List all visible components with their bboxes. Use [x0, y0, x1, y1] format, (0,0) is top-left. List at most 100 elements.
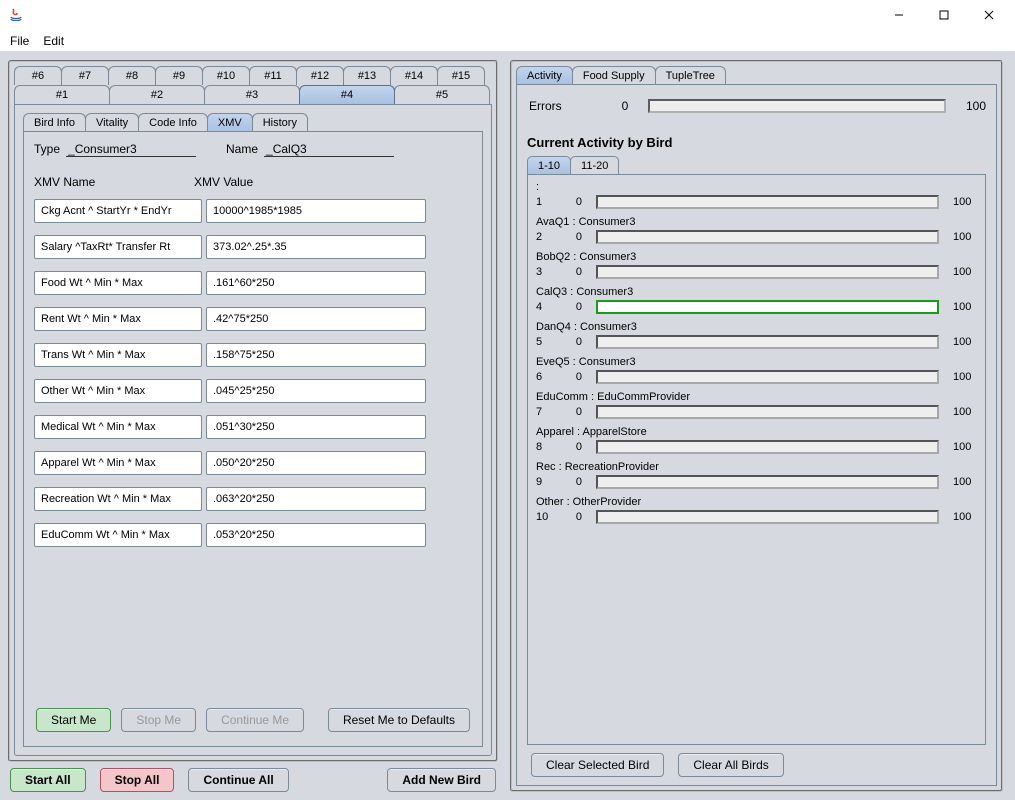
activity-high: 100: [953, 196, 977, 208]
bird-tab[interactable]: #3: [204, 85, 300, 104]
range-tab[interactable]: 1-10: [527, 156, 571, 175]
xmv-value-input[interactable]: [206, 451, 426, 475]
start-me-button[interactable]: Start Me: [36, 708, 111, 732]
activity-high: 100: [953, 441, 977, 453]
right-tab[interactable]: Food Supply: [572, 66, 656, 85]
activity-label: BobQ2 : Consumer3: [536, 251, 977, 263]
activity-high: 100: [953, 266, 977, 278]
subtab[interactable]: Code Info: [138, 113, 208, 132]
activity-label: :: [536, 181, 977, 193]
xmv-value-input[interactable]: [206, 343, 426, 367]
bird-tab[interactable]: #4: [299, 85, 395, 104]
activity-low: 0: [568, 371, 582, 383]
activity-progress: [596, 300, 939, 314]
bird-tab[interactable]: #9: [155, 66, 203, 85]
errors-high: 100: [966, 99, 986, 113]
bird-tab[interactable]: #14: [390, 66, 438, 85]
name-value: _CalQ3: [264, 142, 394, 157]
xmv-value-input[interactable]: [206, 379, 426, 403]
xmv-value-input[interactable]: [206, 415, 426, 439]
xmv-name-input[interactable]: [34, 379, 202, 403]
activity-progress: [596, 475, 939, 489]
activity-low: 0: [568, 266, 582, 278]
activity-label: EduComm : EduCommProvider: [536, 391, 977, 403]
xmv-value-input[interactable]: [206, 307, 426, 331]
xmv-value-input[interactable]: [206, 235, 426, 259]
errors-progress: [648, 99, 946, 113]
activity-low: 0: [568, 476, 582, 488]
range-tab[interactable]: 11-20: [570, 156, 619, 175]
add-new-bird-button[interactable]: Add New Bird: [387, 768, 496, 792]
clear-all-birds-button[interactable]: Clear All Birds: [678, 753, 783, 777]
activity-low: 0: [568, 301, 582, 313]
activity-index: 7: [536, 406, 554, 418]
stop-all-button[interactable]: Stop All: [100, 768, 175, 792]
xmv-value-input[interactable]: [206, 271, 426, 295]
activity-high: 100: [953, 231, 977, 243]
subtab[interactable]: XMV: [207, 113, 253, 132]
xmv-value-input[interactable]: [206, 199, 426, 223]
bird-tab[interactable]: #15: [437, 66, 485, 85]
activity-label: CalQ3 : Consumer3: [536, 286, 977, 298]
xmv-value-input[interactable]: [206, 487, 426, 511]
activity-label: AvaQ1 : Consumer3: [536, 216, 977, 228]
clear-selected-bird-button[interactable]: Clear Selected Bird: [531, 753, 664, 777]
type-label: Type: [34, 142, 60, 156]
menu-file[interactable]: File: [10, 34, 29, 48]
minimize-button[interactable]: [876, 1, 921, 29]
activity-low: 0: [568, 441, 582, 453]
activity-high: 100: [953, 301, 977, 313]
xmv-name-input[interactable]: [34, 451, 202, 475]
activity-low: 0: [568, 196, 582, 208]
java-icon: [8, 7, 24, 23]
activity-progress: [596, 405, 939, 419]
bird-tab[interactable]: #1: [14, 85, 110, 104]
bird-tab[interactable]: #5: [394, 85, 490, 104]
bird-tab[interactable]: #11: [249, 66, 297, 85]
bird-tab[interactable]: #10: [202, 66, 250, 85]
xmv-name-input[interactable]: [34, 415, 202, 439]
subtab[interactable]: History: [252, 113, 308, 132]
bird-tab[interactable]: #6: [14, 66, 62, 85]
activity-label: Rec : RecreationProvider: [536, 461, 977, 473]
bird-tab[interactable]: #8: [108, 66, 156, 85]
xmv-name-input[interactable]: [34, 487, 202, 511]
xmv-name-input[interactable]: [34, 307, 202, 331]
xmv-name-input[interactable]: [34, 343, 202, 367]
xmv-value-header: XMV Value: [194, 175, 253, 189]
activity-progress: [596, 230, 939, 244]
xmv-value-input[interactable]: [206, 523, 426, 547]
titlebar: [0, 0, 1015, 30]
maximize-button[interactable]: [921, 1, 966, 29]
close-button[interactable]: [966, 1, 1011, 29]
reset-defaults-button[interactable]: Reset Me to Defaults: [328, 708, 470, 732]
activity-header: Current Activity by Bird: [527, 135, 986, 150]
errors-label: Errors: [529, 99, 562, 113]
continue-all-button[interactable]: Continue All: [188, 768, 288, 792]
activity-index: 5: [536, 336, 554, 348]
menu-edit[interactable]: Edit: [43, 34, 64, 48]
errors-low: 0: [622, 99, 629, 113]
activity-progress: [596, 195, 939, 209]
menubar: File Edit: [0, 30, 1015, 52]
xmv-name-input[interactable]: [34, 235, 202, 259]
subtab[interactable]: Vitality: [85, 113, 139, 132]
bird-tab[interactable]: #12: [296, 66, 344, 85]
subtab[interactable]: Bird Info: [23, 113, 86, 132]
right-tab[interactable]: Activity: [516, 66, 573, 85]
start-all-button[interactable]: Start All: [10, 768, 86, 792]
continue-me-button[interactable]: Continue Me: [206, 708, 304, 732]
xmv-name-input[interactable]: [34, 271, 202, 295]
bird-tab[interactable]: #2: [109, 85, 205, 104]
bird-tab[interactable]: #7: [61, 66, 109, 85]
activity-index: 6: [536, 371, 554, 383]
activity-index: 1: [536, 196, 554, 208]
xmv-name-input[interactable]: [34, 523, 202, 547]
right-tab[interactable]: TupleTree: [655, 66, 726, 85]
stop-me-button[interactable]: Stop Me: [121, 708, 196, 732]
activity-high: 100: [953, 511, 977, 523]
activity-index: 9: [536, 476, 554, 488]
xmv-name-header: XMV Name: [34, 175, 194, 189]
bird-tab[interactable]: #13: [343, 66, 391, 85]
xmv-name-input[interactable]: [34, 199, 202, 223]
